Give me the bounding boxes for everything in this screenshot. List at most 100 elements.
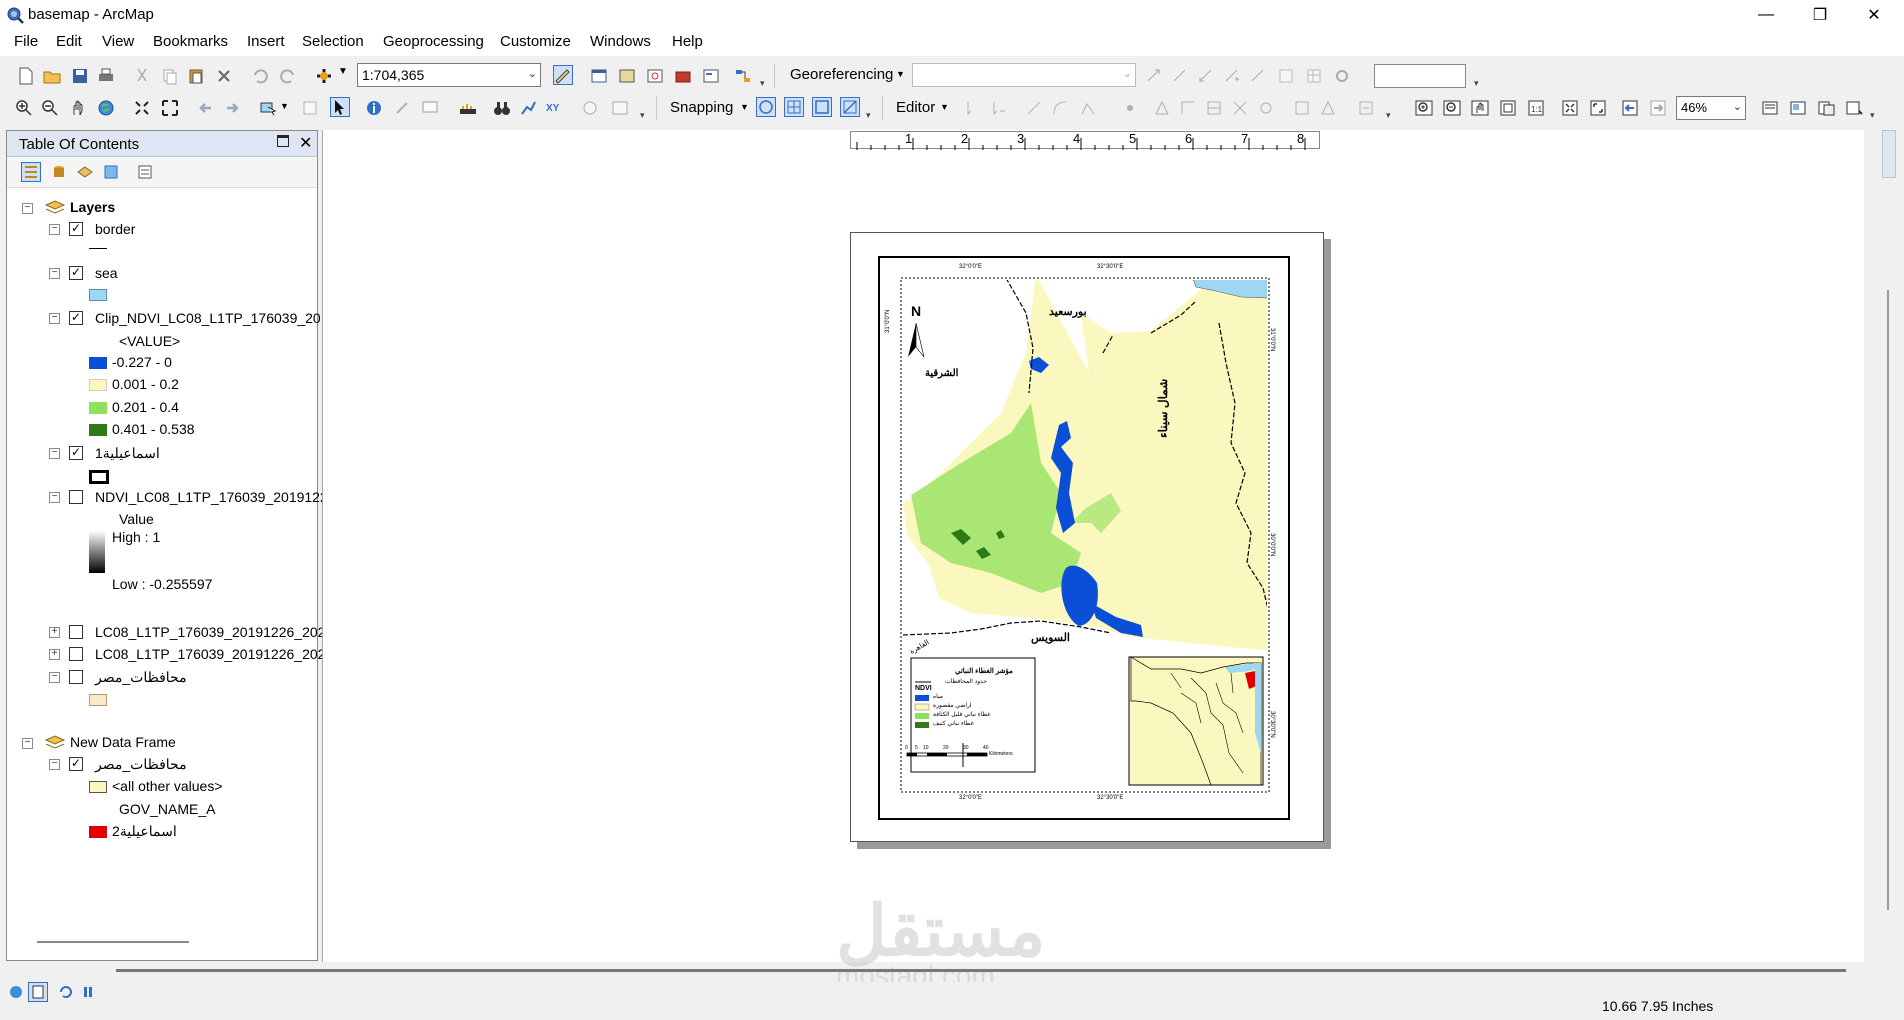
clear-selection-icon[interactable]: [300, 98, 320, 118]
layout-zoom-in-icon[interactable]: [1414, 98, 1434, 118]
new-data-frame-collapse-toggle[interactable]: −: [22, 738, 33, 749]
layer-sea-label[interactable]: sea: [95, 265, 118, 281]
layer-governorates-label[interactable]: محافظات_مصر: [95, 669, 187, 686]
end-snapping-icon[interactable]: [784, 97, 804, 117]
delete-icon[interactable]: [214, 66, 234, 86]
measure-icon[interactable]: [458, 98, 478, 118]
identify-icon[interactable]: [364, 98, 384, 118]
point-icon[interactable]: [1120, 98, 1140, 118]
layout-forward-icon[interactable]: [1648, 98, 1668, 118]
data-view-icon[interactable]: [6, 982, 26, 1002]
menu-insert[interactable]: Insert: [247, 33, 285, 50]
cut-polygons-icon[interactable]: [1204, 98, 1224, 118]
layer-clip-ndvi-label[interactable]: Clip_NDVI_LC08_L1TP_176039_20: [95, 310, 321, 326]
clip-ndvi-collapse-toggle[interactable]: −: [49, 313, 60, 324]
georeferencing-menu[interactable]: Georeferencing: [790, 66, 893, 83]
toolbar-grip-icon-6[interactable]: ▾: [1870, 111, 1876, 120]
frame2-governorates-collapse-toggle[interactable]: −: [49, 759, 60, 770]
edit-vertices-icon[interactable]: [1152, 98, 1172, 118]
python-window-icon[interactable]: [701, 66, 721, 86]
cut-icon[interactable]: [132, 66, 152, 86]
list-by-drawing-order-icon[interactable]: [21, 162, 41, 182]
editor-dropdown-icon[interactable]: ▼: [940, 102, 949, 112]
arctoolbox-icon[interactable]: [673, 66, 693, 86]
layout-zoom-out-icon[interactable]: [1442, 98, 1462, 118]
zoom-out-icon[interactable]: [40, 98, 60, 118]
new-document-icon[interactable]: [16, 66, 36, 86]
toc-close-icon[interactable]: ✕: [299, 133, 312, 153]
find-binoculars-icon[interactable]: [492, 98, 512, 118]
scale-icon[interactable]: [1196, 66, 1216, 86]
go-to-xy-icon[interactable]: XY: [544, 98, 564, 118]
edit-annotation-icon[interactable]: [988, 98, 1008, 118]
view-link-table-icon[interactable]: [1276, 66, 1296, 86]
focus-data-frame-icon[interactable]: [1788, 98, 1808, 118]
snapping-menu[interactable]: Snapping: [670, 99, 733, 116]
refresh-icon[interactable]: [1332, 66, 1352, 86]
layout-back-icon[interactable]: [1620, 98, 1640, 118]
toolbar-grip-icon-5[interactable]: ▾: [1386, 111, 1392, 120]
toolbar-grip-icon[interactable]: ▾: [760, 79, 766, 88]
menu-file[interactable]: File: [14, 33, 38, 50]
minimize-button[interactable]: —: [1742, 3, 1790, 27]
layer-lc08-a-label[interactable]: LC08_L1TP_176039_20191226_202: [95, 624, 325, 640]
fixed-zoom-in-layout-icon[interactable]: [1560, 98, 1580, 118]
model-builder-icon[interactable]: [733, 66, 753, 86]
georeferencing-layer-combo[interactable]: ⌄: [912, 63, 1136, 87]
create-features-icon[interactable]: [1356, 98, 1376, 118]
toc-horizontal-scrollbar[interactable]: [37, 941, 189, 943]
georeferencing-dropdown-icon[interactable]: ▼: [896, 69, 905, 79]
new-data-frame-label[interactable]: New Data Frame: [70, 734, 176, 750]
maximize-button[interactable]: ❐: [1796, 3, 1844, 27]
layout-pan-icon[interactable]: [1470, 98, 1490, 118]
add-data-icon[interactable]: [314, 66, 334, 86]
go-back-icon[interactable]: [196, 98, 216, 118]
search-window-icon[interactable]: [645, 66, 665, 86]
menu-view[interactable]: View: [102, 33, 134, 50]
time-slider-icon[interactable]: [580, 98, 600, 118]
rotate-icon[interactable]: [1144, 66, 1164, 86]
find-route-icon[interactable]: [518, 98, 538, 118]
menu-windows[interactable]: Windows: [590, 33, 651, 50]
menu-selection[interactable]: Selection: [302, 33, 364, 50]
frame2-governorates-label[interactable]: محافظات_مصر: [95, 756, 187, 773]
layer-border-label[interactable]: border: [95, 221, 135, 237]
trace-icon[interactable]: [1078, 98, 1098, 118]
snapping-dropdown-icon[interactable]: ▼: [740, 102, 749, 112]
editor-menu[interactable]: Editor: [896, 99, 935, 116]
toolbar-grip-icon-4[interactable]: ▾: [866, 111, 872, 120]
layout-page[interactable]: N بورسعيد الشرقية شمال سيناء السويس القا…: [850, 232, 1324, 842]
layer-ndvi-raw-label[interactable]: NDVI_LC08_L1TP_176039_2019122: [95, 489, 328, 505]
list-by-selection-icon[interactable]: [101, 162, 121, 182]
ismailia1-collapse-toggle[interactable]: −: [49, 448, 60, 459]
undo-icon[interactable]: [250, 66, 270, 86]
pause-drawing-icon[interactable]: [78, 982, 98, 1002]
layer-ismailia1-label[interactable]: اسماعيلية1: [95, 445, 160, 462]
select-elements-arrow-icon[interactable]: [330, 97, 350, 117]
editor-toolbar-toggle-icon[interactable]: [553, 65, 573, 85]
paste-icon[interactable]: [186, 66, 206, 86]
split-icon[interactable]: [1230, 98, 1250, 118]
horizontal-scrollbar[interactable]: [116, 969, 1846, 972]
add-control-points-icon[interactable]: [1222, 66, 1242, 86]
close-button[interactable]: ✕: [1850, 3, 1898, 27]
change-layout-icon[interactable]: [1816, 98, 1836, 118]
open-folder-icon[interactable]: [42, 66, 62, 86]
create-viewer-window-icon[interactable]: [610, 98, 630, 118]
toc-options-icon[interactable]: [135, 162, 155, 182]
end-point-arc-icon[interactable]: [1050, 98, 1070, 118]
edit-tool-icon[interactable]: [962, 98, 982, 118]
layer-lc08-b-label[interactable]: LC08_L1TP_176039_20191226_202: [95, 646, 325, 662]
governorates-visibility-checkbox[interactable]: [69, 670, 83, 684]
map-scale-combo[interactable]: 1:704,365 ⌄: [357, 63, 541, 87]
layers-collapse-toggle[interactable]: −: [22, 203, 33, 214]
menu-customize[interactable]: Customize: [500, 33, 571, 50]
fixed-zoom-out-icon[interactable]: [160, 98, 180, 118]
sketch-properties-icon[interactable]: [1318, 98, 1338, 118]
list-by-source-icon[interactable]: [49, 162, 69, 182]
dropdown-arrow-icon[interactable]: ▼: [338, 66, 348, 77]
select-features-icon[interactable]: [258, 98, 278, 118]
table-of-contents-window-icon[interactable]: [589, 66, 609, 86]
reshape-icon[interactable]: [1178, 98, 1198, 118]
redo-icon[interactable]: [278, 66, 298, 86]
